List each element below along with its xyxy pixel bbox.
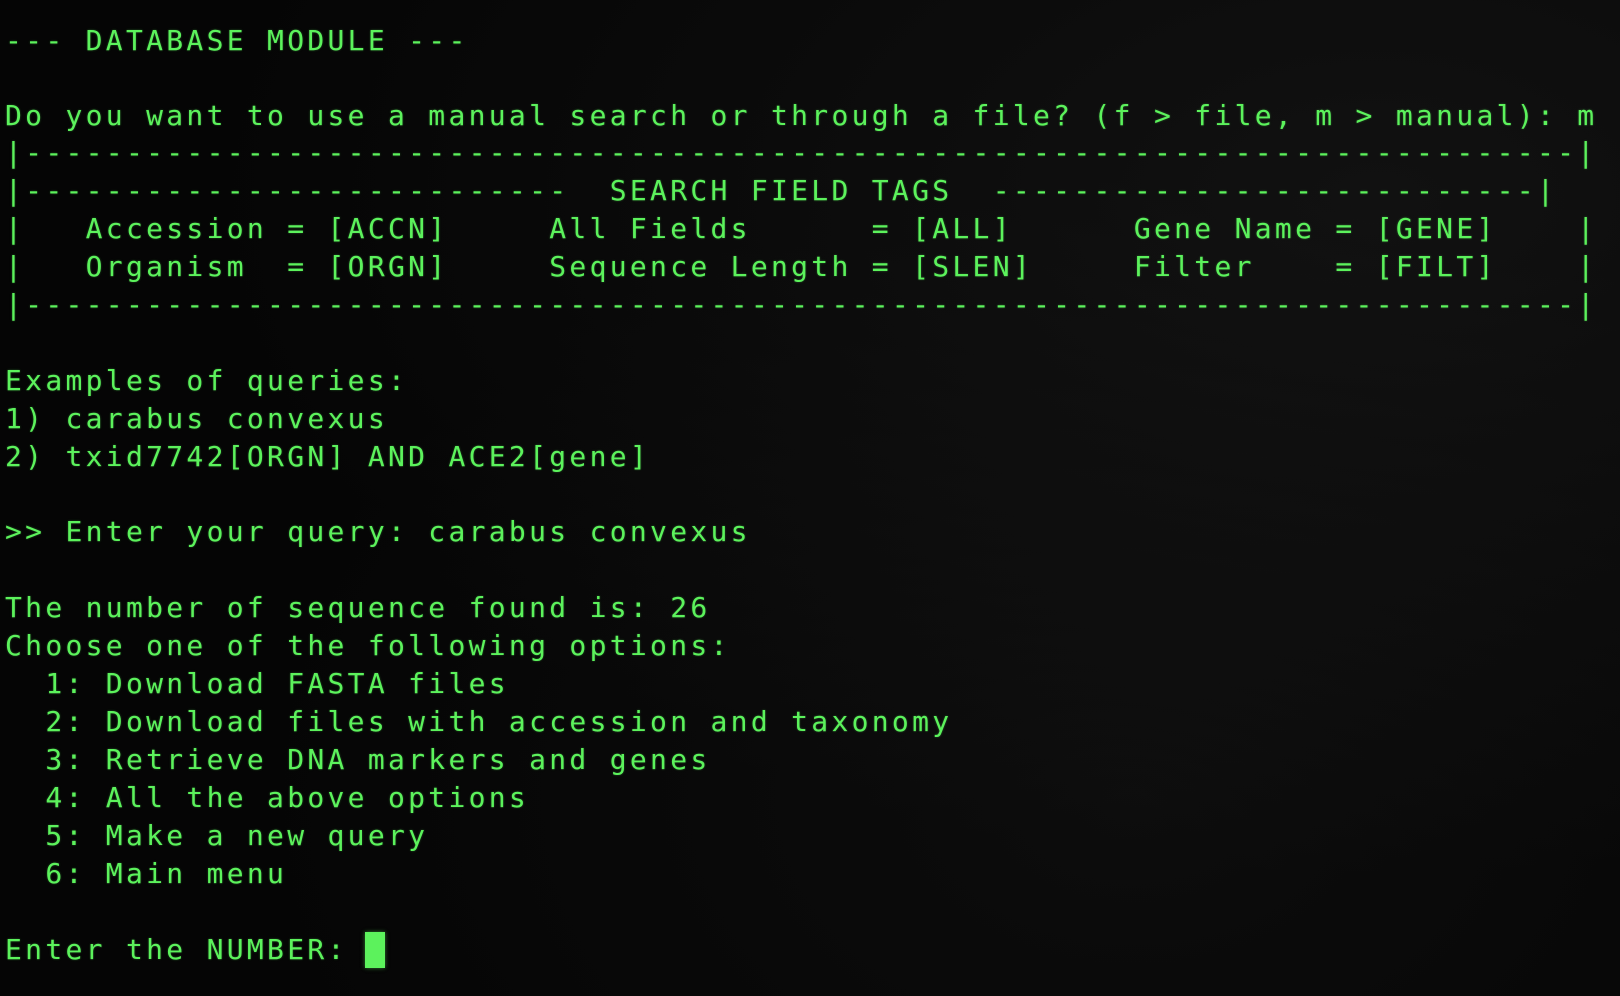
module-header: --- DATABASE MODULE ---	[5, 24, 469, 57]
tags-table-title: |--------------------------- SEARCH FIEL…	[5, 174, 1558, 207]
option-item: 2: Download files with accession and tax…	[5, 705, 953, 738]
query-prompt: >> Enter your query: carabus convexus	[5, 515, 751, 548]
option-item: 3: Retrieve DNA markers and genes	[5, 743, 711, 776]
options-heading: Choose one of the following options:	[5, 629, 731, 662]
option-item: 4: All the above options	[5, 781, 530, 814]
result-count-text: The number of sequence found is: 26	[5, 591, 711, 624]
tags-table-row-1: | Accession = [ACCN] All Fields = [ALL] …	[5, 212, 1598, 245]
terminal-window[interactable]: --- DATABASE MODULE --- Do you want to u…	[0, 0, 1620, 996]
examples-heading: Examples of queries:	[5, 364, 409, 397]
option-item: 1: Download FASTA files	[5, 667, 509, 700]
terminal-cursor[interactable]	[365, 932, 385, 968]
number-input-prompt: Enter the NUMBER:	[5, 933, 368, 966]
example-item: 1) carabus convexus	[5, 402, 388, 435]
tags-table-bottom-border: |---------------------------------------…	[5, 288, 1598, 321]
option-item: 6: Main menu	[5, 857, 288, 890]
search-mode-prompt: Do you want to use a manual search or th…	[5, 99, 1598, 132]
tags-table-row-2: | Organism = [ORGN] Sequence Length = [S…	[5, 250, 1598, 283]
tags-table-top-border: |---------------------------------------…	[5, 136, 1598, 169]
example-item: 2) txid7742[ORGN] AND ACE2[gene]	[5, 440, 651, 473]
option-item: 5: Make a new query	[5, 819, 429, 852]
